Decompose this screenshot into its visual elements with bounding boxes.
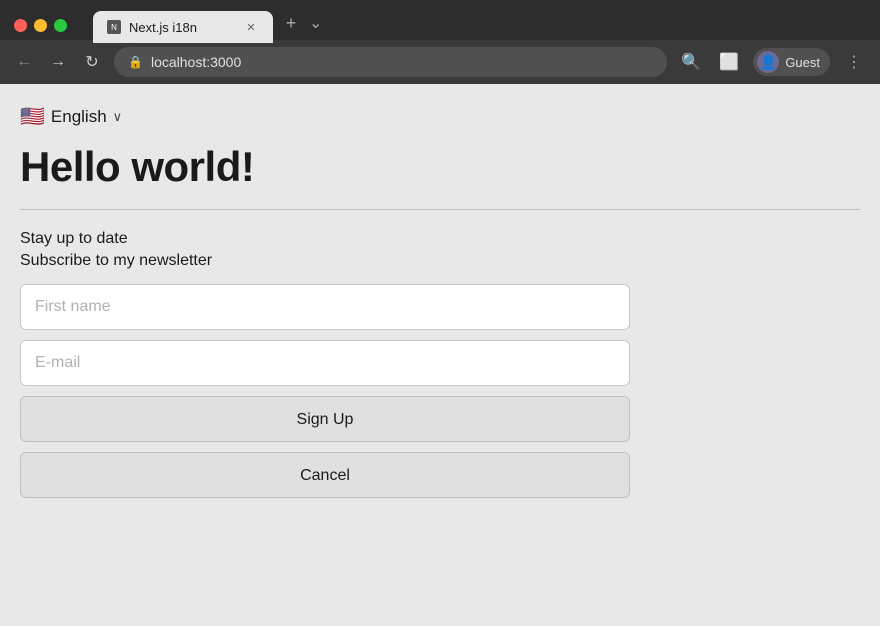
tab-favicon: N bbox=[107, 20, 121, 34]
more-options-icon[interactable]: ⋮ bbox=[840, 48, 868, 76]
title-bar: N Next.js i18n ✕ + ⌄ bbox=[0, 0, 880, 40]
lock-icon: 🔒 bbox=[128, 55, 143, 69]
tab-close-button[interactable]: ✕ bbox=[243, 19, 259, 35]
language-selector[interactable]: 🇺🇸 English ∨ bbox=[20, 104, 860, 129]
active-tab[interactable]: N Next.js i18n ✕ bbox=[93, 11, 273, 43]
flag-icon: 🇺🇸 bbox=[20, 104, 45, 129]
back-button[interactable]: ← bbox=[12, 50, 36, 74]
maximize-window-button[interactable] bbox=[54, 19, 67, 32]
tab-title: Next.js i18n bbox=[129, 20, 235, 35]
chevron-down-icon: ∨ bbox=[113, 109, 123, 125]
page-title: Hello world! bbox=[20, 143, 860, 191]
address-bar: ← → ↻ 🔒 localhost:3000 🔍 ⬜ 👤 Guest ⋮ bbox=[0, 40, 880, 84]
forward-button[interactable]: → bbox=[46, 50, 70, 74]
cancel-button[interactable]: Cancel bbox=[20, 452, 630, 498]
browser-window: N Next.js i18n ✕ + ⌄ ← → ↻ 🔒 localhost:3… bbox=[0, 0, 880, 590]
avatar: 👤 bbox=[757, 51, 779, 73]
profile-name: Guest bbox=[785, 55, 820, 70]
section-subtitle: Subscribe to my newsletter bbox=[20, 252, 860, 270]
divider bbox=[20, 209, 860, 210]
email-input[interactable] bbox=[20, 340, 630, 386]
minimize-window-button[interactable] bbox=[34, 19, 47, 32]
profile-button[interactable]: 👤 Guest bbox=[753, 48, 830, 76]
tab-bar: N Next.js i18n ✕ + ⌄ bbox=[79, 7, 340, 43]
url-bar[interactable]: 🔒 localhost:3000 bbox=[114, 47, 667, 77]
section-title: Stay up to date bbox=[20, 230, 860, 248]
language-label: English bbox=[51, 107, 107, 127]
traffic-lights bbox=[14, 19, 67, 32]
reload-button[interactable]: ↻ bbox=[80, 50, 104, 74]
browser-actions: 🔍 ⬜ 👤 Guest ⋮ bbox=[677, 48, 868, 76]
tab-view-icon[interactable]: ⬜ bbox=[715, 48, 743, 76]
new-tab-button[interactable]: + bbox=[277, 9, 305, 37]
url-text: localhost:3000 bbox=[151, 54, 241, 70]
search-icon[interactable]: 🔍 bbox=[677, 48, 705, 76]
close-window-button[interactable] bbox=[14, 19, 27, 32]
browser-chrome: N Next.js i18n ✕ + ⌄ ← → ↻ 🔒 localhost:3… bbox=[0, 0, 880, 84]
tab-menu-button[interactable]: ⌄ bbox=[305, 9, 326, 37]
page-content: 🇺🇸 English ∨ Hello world! Stay up to dat… bbox=[0, 84, 880, 590]
first-name-input[interactable] bbox=[20, 284, 630, 330]
signup-button[interactable]: Sign Up bbox=[20, 396, 630, 442]
